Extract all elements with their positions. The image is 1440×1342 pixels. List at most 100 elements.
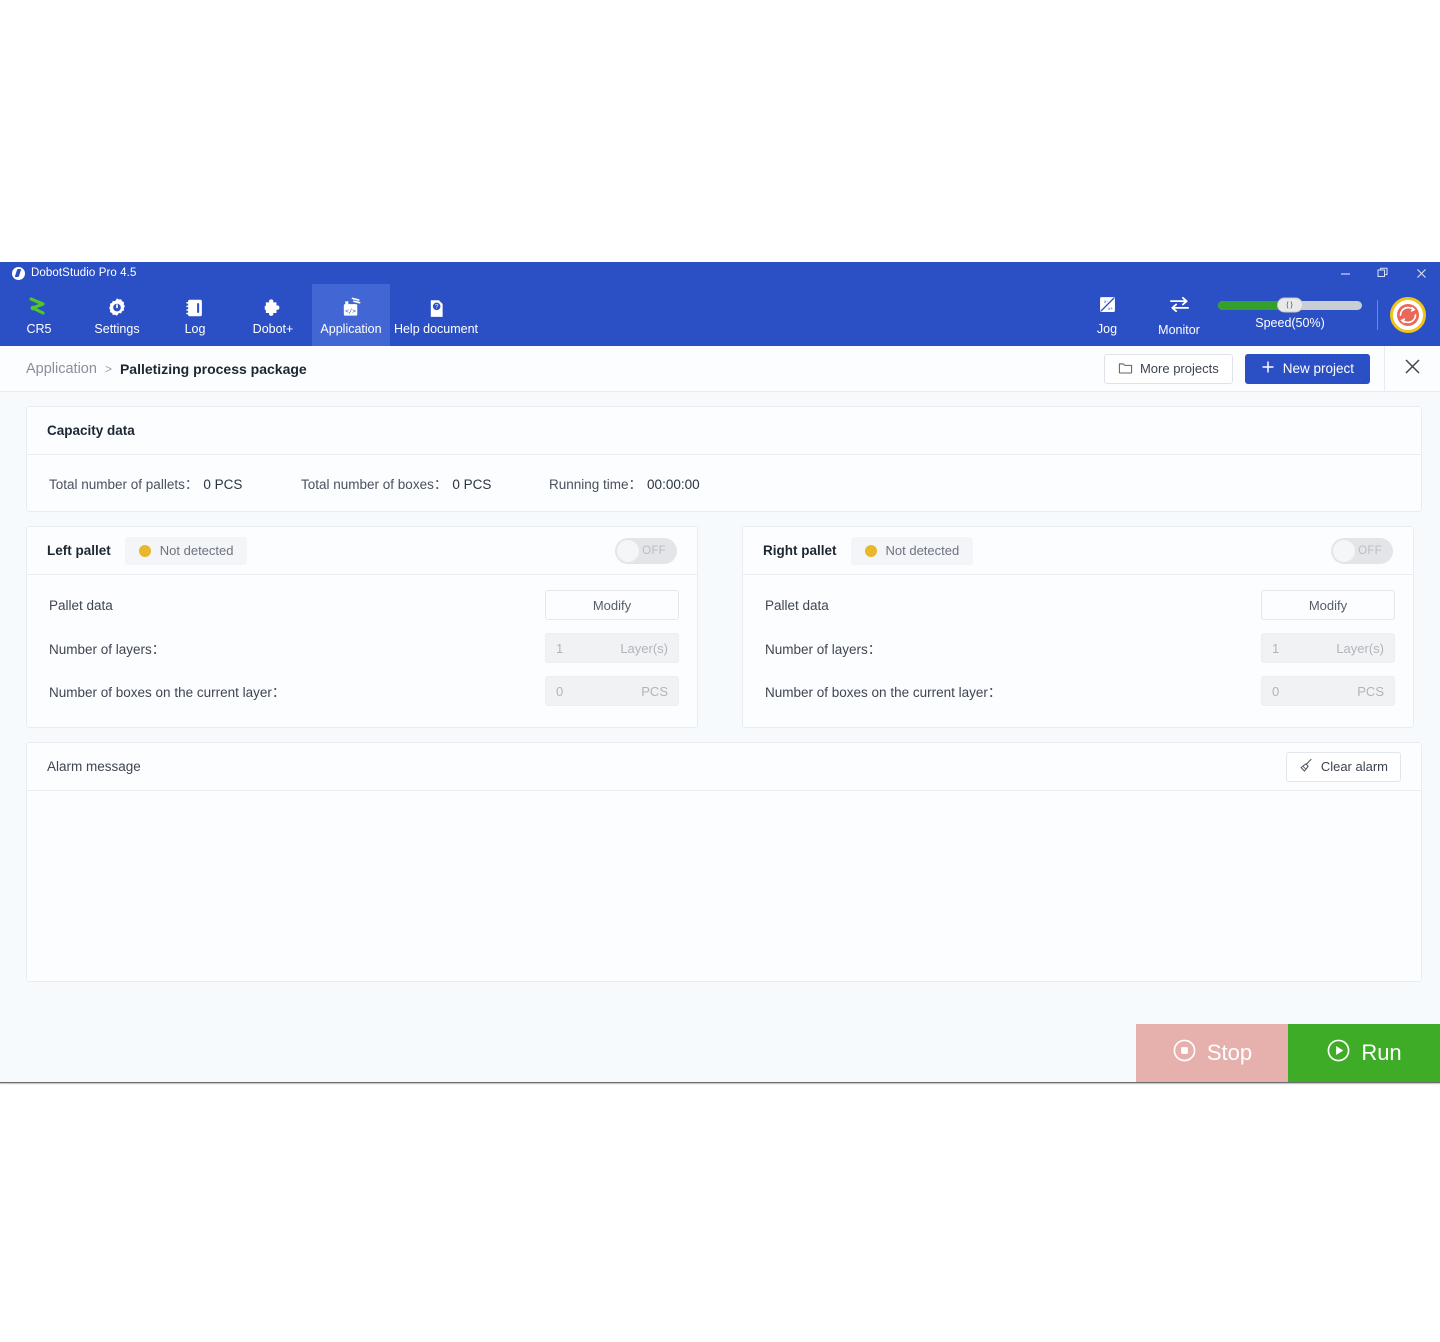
toolbar-item-jog[interactable]: x- x+ Jog [1071, 284, 1143, 346]
run-control-footer: Stop Run [1136, 1024, 1440, 1082]
right-pallet-boxes-control: 0 PCS [1261, 676, 1395, 706]
svg-text:</>: </> [345, 307, 356, 314]
stop-button[interactable]: Stop [1136, 1024, 1288, 1082]
alarm-title: Alarm message [47, 759, 141, 774]
running-time-label: Running time： [549, 477, 642, 492]
dobot-logo-icon [12, 267, 25, 280]
right-pallet-layers-value: 1 [1272, 641, 1279, 656]
toolbar-right-group: x- x+ Jog Monitor ⟨⟩ [1071, 284, 1440, 346]
left-pallet-toggle-label: OFF [642, 545, 666, 557]
right-pallet-modify-control: Modify [1261, 590, 1395, 620]
total-pallets-field: Total number of pallets： 0 PCS [49, 473, 301, 493]
emergency-stop-icon[interactable] [1390, 297, 1426, 333]
right-pallet-modify-button[interactable]: Modify [1261, 590, 1395, 620]
alarm-card-header: Alarm message Clear alarm [27, 743, 1421, 791]
right-pallet-status-badge: Not detected [851, 537, 974, 565]
clear-alarm-button[interactable]: Clear alarm [1286, 752, 1401, 782]
left-pallet-data-row: Pallet data Modify [49, 587, 679, 623]
left-pallet-body: Pallet data Modify Number of layers： 1 L… [27, 575, 697, 727]
puzzle-piece-icon [262, 295, 284, 319]
toolbar-item-settings[interactable]: Settings [78, 284, 156, 346]
minimize-icon[interactable] [1326, 262, 1364, 284]
run-button[interactable]: Run [1288, 1024, 1440, 1082]
left-pallet-layers-input[interactable]: 1 Layer(s) [545, 633, 679, 663]
speed-label: Speed(50%) [1255, 316, 1325, 330]
status-dot-icon [139, 545, 151, 557]
breadcrumb-current: Palletizing process package [120, 361, 307, 377]
toolbar-item-label: Dobot+ [253, 322, 294, 336]
new-project-button[interactable]: New project [1245, 354, 1370, 384]
total-boxes-label: Total number of boxes： [301, 477, 447, 492]
toolbar-tabs: CR5 Settings [0, 284, 482, 346]
left-pallet-layers-value: 1 [556, 641, 563, 656]
plus-icon [1261, 360, 1275, 377]
left-pallet-boxes-input[interactable]: 0 PCS [545, 676, 679, 706]
toolbar-item-label: Settings [94, 322, 139, 336]
running-time-value: 00:00:00 [647, 477, 700, 492]
title-bar: DobotStudio Pro 4.5 [0, 262, 1440, 284]
left-pallet-data-label: Pallet data [49, 598, 113, 613]
total-pallets-label: Total number of pallets： [49, 477, 198, 492]
right-pallet-boxes-input[interactable]: 0 PCS [1261, 676, 1395, 706]
toolbar-item-label: Application [320, 322, 381, 336]
toolbar-item-help-document[interactable]: ? Help document [390, 284, 482, 346]
right-pallet-layers-unit: Layer(s) [1336, 641, 1384, 656]
monitor-arrows-icon [1168, 293, 1191, 319]
toolbar-item-cr5[interactable]: CR5 [0, 284, 78, 346]
left-pallet-toggle[interactable]: OFF [615, 538, 677, 564]
folder-icon [1118, 360, 1133, 378]
run-label: Run [1361, 1040, 1401, 1066]
alarm-message-card: Alarm message Clear alarm [26, 742, 1422, 982]
breadcrumb-separator: > [105, 362, 112, 376]
speed-slider-handle[interactable]: ⟨⟩ [1277, 298, 1303, 313]
total-boxes-field: Total number of boxes：0 PCS [301, 473, 549, 493]
help-document-icon: ? [426, 295, 447, 319]
more-projects-label: More projects [1140, 361, 1219, 376]
left-pallet-status-label: Not detected [160, 543, 234, 558]
right-pallet-toggle[interactable]: OFF [1331, 538, 1393, 564]
svg-text:?: ? [434, 303, 438, 310]
jog-axis-icon: x- x+ [1097, 294, 1118, 318]
toolbar-item-label: CR5 [26, 322, 51, 336]
left-pallet-boxes-row: Number of boxes on the current layer： 0 … [49, 673, 679, 709]
right-pallet-layers-label: Number of layers： [765, 638, 881, 658]
right-pallet-data-row: Pallet data Modify [765, 587, 1395, 623]
window-title: DobotStudio Pro 4.5 [31, 267, 136, 279]
right-pallet-card: Right pallet Not detected OFF Pallet dat… [742, 526, 1414, 728]
left-pallet-modify-button[interactable]: Modify [545, 590, 679, 620]
left-pallet-boxes-value: 0 [556, 684, 563, 699]
broom-icon [1299, 758, 1314, 776]
left-pallet-layers-row: Number of layers： 1 Layer(s) [49, 630, 679, 666]
capacity-card-body: Total number of pallets： 0 PCS Total numb… [27, 455, 1421, 511]
toggle-knob [1333, 540, 1355, 562]
left-pallet-layers-label: Number of layers： [49, 638, 165, 658]
toolbar-item-monitor[interactable]: Monitor [1143, 284, 1215, 346]
running-time-field: Running time： 00:00:00 [549, 473, 700, 493]
speed-control[interactable]: ⟨⟩ Speed(50%) [1215, 284, 1365, 346]
toolbar-item-label: Monitor [1158, 323, 1200, 337]
window-controls [1326, 262, 1440, 284]
application-window: DobotStudio Pro 4.5 [0, 262, 1440, 1082]
left-pallet-boxes-control: 0 PCS [545, 676, 679, 706]
close-icon[interactable] [1402, 262, 1440, 284]
restore-icon[interactable] [1364, 262, 1402, 284]
speed-slider[interactable]: ⟨⟩ [1218, 301, 1362, 310]
capacity-card-header: Capacity data [27, 407, 1421, 455]
pallet-panels: Left pallet Not detected OFF Pallet data [26, 526, 1422, 728]
status-dot-icon [865, 545, 877, 557]
right-pallet-title: Right pallet [763, 543, 837, 558]
breadcrumb-root[interactable]: Application [26, 361, 97, 377]
more-projects-button[interactable]: More projects [1104, 354, 1233, 384]
total-pallets-value: 0 PCS [203, 477, 242, 492]
right-pallet-layers-input[interactable]: 1 Layer(s) [1261, 633, 1395, 663]
close-project-button[interactable] [1384, 346, 1440, 392]
right-pallet-status-label: Not detected [886, 543, 960, 558]
toggle-knob [617, 540, 639, 562]
toolbar-item-log[interactable]: Log [156, 284, 234, 346]
toolbar-item-application[interactable]: </> Application [312, 284, 390, 346]
toolbar-item-label: Help document [394, 322, 478, 336]
right-pallet-boxes-label: Number of boxes on the current layer： [765, 681, 1001, 701]
toolbar-item-dobot-plus[interactable]: Dobot+ [234, 284, 312, 346]
toolbar-item-label: Jog [1097, 322, 1117, 336]
play-circle-icon [1326, 1038, 1351, 1069]
